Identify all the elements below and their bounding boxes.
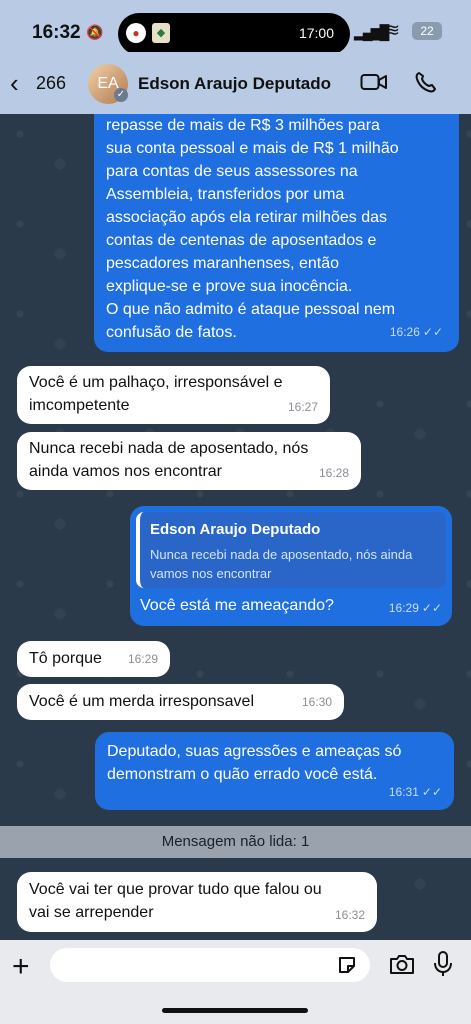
club-crest-icon: ◆ xyxy=(152,23,170,43)
quoted-message[interactable]: Edson Araujo Deputado Nunca recebi nada … xyxy=(136,512,446,588)
message-time: 16:31 xyxy=(388,785,419,799)
message-time: 16:30 xyxy=(301,695,332,709)
message-text: Você é um palhaço, irresponsável e imcom… xyxy=(29,374,283,414)
microphone-icon[interactable] xyxy=(432,950,454,978)
message-meta: 16:31 ✓✓ xyxy=(389,781,442,804)
message-bubble-outgoing[interactable]: Deputado, suas agressões e ameaças só de… xyxy=(95,732,454,810)
message-bubble-incoming[interactable]: Tô porque 16:29 xyxy=(17,641,170,677)
signal-icon: ▂▄▆█ xyxy=(354,24,389,40)
wifi-icon: ≋ xyxy=(385,20,401,40)
back-count[interactable]: 266 xyxy=(36,73,66,94)
message-meta: 16:29 ✓✓ xyxy=(389,597,442,620)
island-time: 17:00 xyxy=(298,25,334,41)
message-bubble-outgoing[interactable]: Edson Araujo Deputado Nunca recebi nada … xyxy=(130,506,452,626)
message-bubble-incoming[interactable]: Você é um merda irresponsavel 16:30 xyxy=(17,684,344,720)
message-text: Você vai ter que provar tudo que falou o… xyxy=(29,881,322,921)
unread-divider: Mensagem não lida: 1 xyxy=(0,826,471,858)
message-bubble-incoming[interactable]: Nunca recebi nada de aposentado, nós ain… xyxy=(17,432,361,490)
dynamic-island: ● ◆ 17:00 xyxy=(118,13,350,55)
bell-off-icon: 🔕 xyxy=(86,24,104,40)
message-text: Nunca recebi nada de aposentado, nós ain… xyxy=(29,440,309,480)
chat-area[interactable]: repasse de mais de R$ 3 milhões para sua… xyxy=(0,114,471,940)
message-time: 16:27 xyxy=(287,400,318,414)
message-meta: 16:26 ✓✓ xyxy=(390,321,443,344)
quoted-text: Nunca recebi nada de aposentado, nós ain… xyxy=(150,547,413,581)
message-text: Você é um merda irresponsavel xyxy=(29,693,254,710)
message-time: 16:29 xyxy=(388,601,419,615)
battery-icon: 22 xyxy=(412,22,442,40)
home-indicator xyxy=(162,1008,308,1013)
read-ticks-icon: ✓✓ xyxy=(422,325,443,339)
back-chevron-icon[interactable]: ‹ xyxy=(10,68,19,99)
message-time: 16:29 xyxy=(127,652,158,666)
message-input[interactable] xyxy=(50,948,370,982)
status-time: 16:32 xyxy=(32,22,81,43)
phone-call-icon[interactable] xyxy=(414,70,438,94)
read-ticks-icon: ✓✓ xyxy=(421,601,442,615)
contact-name[interactable]: Edson Araujo Deputado xyxy=(138,74,331,94)
attach-plus-icon[interactable]: + xyxy=(12,950,30,984)
sticker-icon[interactable] xyxy=(337,955,357,975)
camera-icon[interactable] xyxy=(389,952,415,976)
verified-icon: ✓ xyxy=(114,88,128,102)
message-time: 16:32 xyxy=(334,908,365,922)
message-bubble-outgoing[interactable]: repasse de mais de R$ 3 milhões para sua… xyxy=(94,114,459,352)
read-ticks-icon: ✓✓ xyxy=(421,785,442,799)
video-call-icon[interactable] xyxy=(360,70,388,94)
message-time: 16:26 xyxy=(389,325,420,339)
message-bubble-incoming[interactable]: Você vai ter que provar tudo que falou o… xyxy=(17,872,377,932)
quoted-author: Edson Araujo Deputado xyxy=(150,521,321,538)
message-time: 16:28 xyxy=(318,466,349,480)
message-bubble-incoming[interactable]: Você é um palhaço, irresponsável e imcom… xyxy=(17,366,330,424)
club-badge-icon: ● xyxy=(126,23,146,43)
message-text: Deputado, suas agressões e ameaças só de… xyxy=(107,743,402,783)
message-text: Você está me ameaçando? xyxy=(140,597,334,614)
message-text: repasse de mais de R$ 3 milhões para sua… xyxy=(106,117,399,341)
